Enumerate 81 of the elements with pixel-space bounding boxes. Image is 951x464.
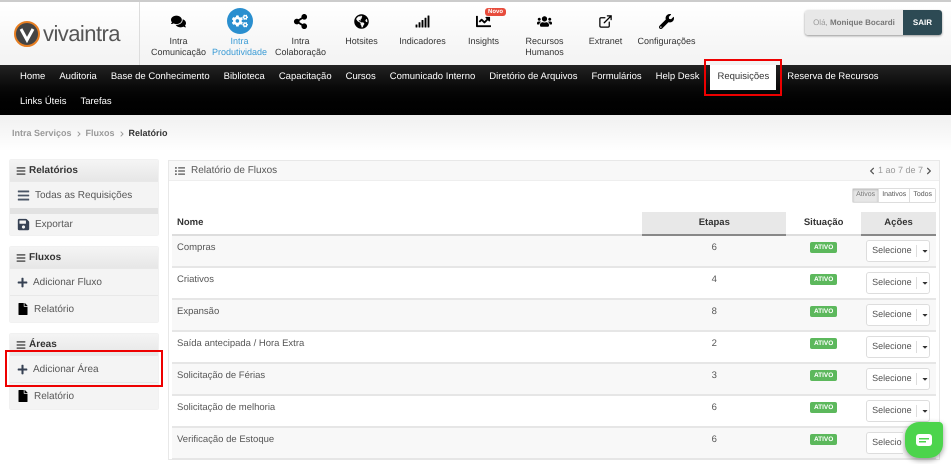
nav-link[interactable]: Comunicado Interno [382, 65, 482, 90]
menu-icon [16, 340, 26, 350]
column-header: Etapas [642, 212, 786, 236]
table-cell-text: 4 [710, 273, 718, 287]
action-dropdown[interactable]: Selecione [866, 304, 930, 326]
panel-title: Relatório de Fluxos [191, 164, 278, 178]
sidebar-item[interactable]: Todas as Requisições [10, 181, 158, 208]
action-dropdown[interactable]: Selecione [866, 400, 930, 422]
caret-icon [921, 247, 930, 255]
nav-link[interactable]: Help Desk [648, 65, 706, 90]
plus-icon [17, 364, 28, 374]
nav-link[interactable]: Auditoria [52, 65, 104, 90]
nav-link[interactable]: Cursos [338, 65, 383, 90]
table-cell-text: 6 [710, 401, 718, 415]
nav-link[interactable]: Diretório de Arquivos [482, 65, 584, 90]
action-dropdown[interactable]: Selecio [866, 432, 903, 454]
table-cell-text: Solicitação de Férias [176, 369, 266, 383]
caret-icon [921, 343, 930, 351]
table-cell-text: 2 [710, 337, 718, 351]
module-tab[interactable]: Extranet [575, 2, 636, 47]
chevron-icon [118, 130, 125, 136]
next-page-icon[interactable] [925, 166, 933, 174]
nav-link[interactable]: Formulários [584, 65, 649, 90]
sidebar-item[interactable]: Relatório [10, 295, 158, 322]
module-tab[interactable]: Recursos Humanos [514, 2, 575, 58]
module-tab[interactable]: Intra Comunicação [148, 2, 209, 58]
logout-button[interactable]: SAIR [902, 10, 942, 35]
sidebar-title: Fluxos [29, 251, 62, 265]
action-dropdown[interactable]: Selecione [866, 240, 930, 262]
table-cell-text: Saída antecipada / Hora Extra [176, 337, 306, 351]
nav-link[interactable]: Capacitação [272, 65, 339, 90]
column-header: Ações [861, 212, 936, 236]
sidebar-item[interactable]: Relatório [10, 382, 158, 409]
nav-link[interactable]: Tarefas [73, 90, 119, 115]
action-dropdown[interactable]: Selecione [866, 272, 930, 294]
table-cell-text: 3 [710, 369, 718, 383]
nav-link[interactable]: Requisições [710, 65, 776, 90]
chat-icon [916, 434, 932, 446]
module-tab[interactable]: Hotsites [331, 2, 392, 47]
sidebar-title: Relatórios [29, 164, 78, 178]
table-cell-text: Criativos [176, 273, 215, 287]
table-cell-text: Solicitação de melhoria [176, 401, 276, 415]
sidebar-item[interactable]: Adicionar Fluxo [10, 268, 158, 295]
pagination-text: 1 ao 7 de 7 [878, 164, 923, 177]
table-cell-text: Compras [176, 241, 217, 255]
nav-link[interactable]: Biblioteca [216, 65, 272, 90]
file-icon [17, 303, 29, 315]
nav-link[interactable]: Links Úteis [13, 90, 74, 115]
nav-link[interactable]: Base de Conhecimento [104, 65, 217, 90]
list-icon [175, 166, 185, 176]
list-icon [17, 188, 30, 202]
gears-icon [226, 8, 252, 34]
nav-link[interactable]: Home [13, 65, 52, 90]
caret-icon [921, 279, 930, 287]
caret-icon [921, 407, 930, 415]
menu-icon [16, 166, 26, 176]
module-tab[interactable]: Intra Colaboração [270, 2, 331, 58]
file-icon [17, 390, 29, 402]
download-icon [17, 218, 30, 231]
table-cell-text: 6 [710, 241, 718, 255]
table-cell-text: 6 [710, 433, 718, 447]
table-cell-text: Expansão [176, 305, 220, 319]
breadcrumb-current: Relatório [128, 126, 168, 140]
action-dropdown[interactable]: Selecione [866, 368, 930, 390]
table-cell-text: 8 [710, 305, 718, 319]
caret-icon [921, 375, 930, 383]
menu-icon [16, 252, 26, 262]
chevron-icon [76, 130, 82, 136]
action-dropdown[interactable]: Selecione [866, 336, 930, 358]
logo-icon [14, 20, 40, 46]
previous-page-icon[interactable] [868, 166, 876, 174]
caret-icon [921, 311, 930, 319]
module-tab[interactable]: Indicadores [392, 2, 453, 47]
plus-icon [17, 276, 28, 288]
table-cell-text: Verificação de Estoque [176, 433, 276, 447]
logo-text: vivaintra [43, 20, 120, 48]
sidebar-title: Áreas [29, 337, 57, 352]
user-greeting: Olá, Monique Bocardi [805, 10, 903, 35]
module-tab[interactable]: Configurações [636, 2, 697, 47]
nav-link[interactable]: Reserva de Recursos [780, 65, 886, 90]
sidebar-item[interactable]: Exportar [10, 208, 158, 235]
